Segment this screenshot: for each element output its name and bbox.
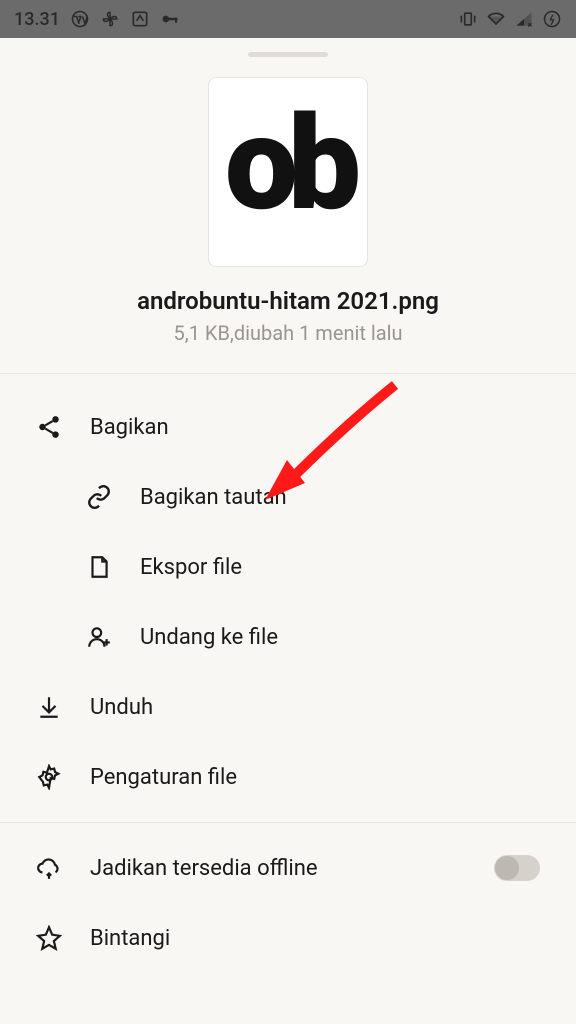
cloud-sync-icon xyxy=(36,855,62,881)
thumbnail-image: ob xyxy=(225,99,351,229)
settings-item[interactable]: Pengaturan file xyxy=(0,742,576,812)
share-label: Bagikan xyxy=(90,415,169,440)
invite-label: Undang ke file xyxy=(140,625,278,650)
toggle-knob xyxy=(495,856,519,880)
download-item[interactable]: Unduh xyxy=(0,672,576,742)
file-thumbnail[interactable]: ob xyxy=(208,77,368,267)
pinwheel-icon xyxy=(100,9,120,29)
file-meta: 5,1 KB,diubah 1 menit lalu xyxy=(174,321,403,345)
clock: 13.31 xyxy=(14,9,60,30)
vibrate-icon xyxy=(458,9,478,29)
battery-icon xyxy=(542,9,562,29)
key-icon xyxy=(160,9,180,29)
app-icon xyxy=(130,9,150,29)
file-icon xyxy=(86,554,112,580)
export-item[interactable]: Ekspor file xyxy=(0,532,576,602)
wordpress-icon xyxy=(70,9,90,29)
settings-label: Pengaturan file xyxy=(90,765,237,790)
share-item[interactable]: Bagikan xyxy=(0,392,576,462)
drag-handle[interactable] xyxy=(248,52,328,57)
gear-icon xyxy=(36,764,62,790)
status-bar: 13.31 xyxy=(0,0,576,38)
signal-icon xyxy=(514,9,534,29)
action-menu: Bagikan Bagikan tautan Ekspor file Undan… xyxy=(0,374,576,991)
export-label: Ekspor file xyxy=(140,555,242,580)
wifi-icon xyxy=(486,9,506,29)
share-link-label: Bagikan tautan xyxy=(140,485,287,510)
invite-item[interactable]: Undang ke file xyxy=(0,602,576,672)
download-label: Unduh xyxy=(90,695,153,720)
star-item[interactable]: Bintangi xyxy=(0,903,576,973)
file-preview: ob androbuntu-hitam 2021.png 5,1 KB,diub… xyxy=(0,77,576,374)
offline-toggle[interactable] xyxy=(494,855,540,881)
offline-item[interactable]: Jadikan tersedia offline xyxy=(0,833,576,903)
offline-label: Jadikan tersedia offline xyxy=(90,856,318,881)
file-name: androbuntu-hitam 2021.png xyxy=(137,287,439,315)
star-icon xyxy=(36,925,62,951)
share-link-item[interactable]: Bagikan tautan xyxy=(0,462,576,532)
divider xyxy=(0,822,576,823)
share-icon xyxy=(36,414,62,440)
star-label: Bintangi xyxy=(90,926,170,951)
link-icon xyxy=(86,484,112,510)
download-icon xyxy=(36,694,62,720)
user-plus-icon xyxy=(86,624,112,650)
